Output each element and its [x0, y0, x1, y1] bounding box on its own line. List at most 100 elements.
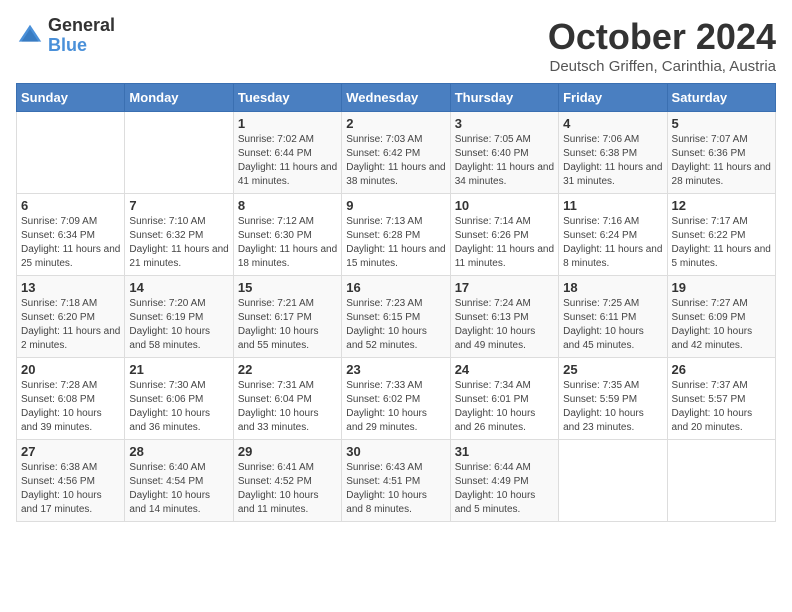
day-info: Sunrise: 7:33 AM Sunset: 6:02 PM Dayligh…	[346, 379, 445, 435]
day-number: 18	[563, 280, 662, 295]
day-number: 13	[21, 280, 120, 295]
day-info: Sunrise: 7:25 AM Sunset: 6:11 PM Dayligh…	[563, 297, 662, 353]
calendar-cell: 2 Sunrise: 7:03 AM Sunset: 6:42 PM Daylig…	[342, 112, 450, 194]
calendar-cell: 19 Sunrise: 7:27 AM Sunset: 6:09 PM Dayli…	[667, 276, 775, 358]
day-number: 14	[129, 280, 228, 295]
calendar-cell: 24 Sunrise: 7:34 AM Sunset: 6:01 PM Dayli…	[450, 358, 558, 440]
day-info: Sunrise: 7:13 AM Sunset: 6:28 PM Dayligh…	[346, 215, 445, 271]
day-info: Sunrise: 7:14 AM Sunset: 6:26 PM Dayligh…	[455, 215, 554, 271]
calendar-cell: 18 Sunrise: 7:25 AM Sunset: 6:11 PM Dayli…	[559, 276, 667, 358]
day-info: Sunrise: 7:10 AM Sunset: 6:32 PM Dayligh…	[129, 215, 228, 271]
calendar-cell	[125, 112, 233, 194]
calendar-cell: 1 Sunrise: 7:02 AM Sunset: 6:44 PM Daylig…	[233, 112, 341, 194]
day-number: 20	[21, 362, 120, 377]
day-number: 1	[238, 116, 337, 131]
day-info: Sunrise: 7:34 AM Sunset: 6:01 PM Dayligh…	[455, 379, 554, 435]
day-info: Sunrise: 7:05 AM Sunset: 6:40 PM Dayligh…	[455, 133, 554, 189]
day-info: Sunrise: 7:30 AM Sunset: 6:06 PM Dayligh…	[129, 379, 228, 435]
day-number: 6	[21, 198, 120, 213]
calendar-week-1: 1 Sunrise: 7:02 AM Sunset: 6:44 PM Daylig…	[17, 112, 776, 194]
day-number: 10	[455, 198, 554, 213]
day-info: Sunrise: 6:44 AM Sunset: 4:49 PM Dayligh…	[455, 461, 554, 517]
calendar-cell: 9Sunrise: 7:13 AM Sunset: 6:28 PM Daylig…	[342, 194, 450, 276]
day-info: Sunrise: 7:09 AM Sunset: 6:34 PM Dayligh…	[21, 215, 120, 271]
calendar-cell: 22 Sunrise: 7:31 AM Sunset: 6:04 PM Dayli…	[233, 358, 341, 440]
month-title: October 2024	[548, 16, 776, 58]
day-info: Sunrise: 7:37 AM Sunset: 5:57 PM Dayligh…	[672, 379, 771, 435]
day-number: 23	[346, 362, 445, 377]
calendar-cell: 8 Sunrise: 7:12 AM Sunset: 6:30 PM Daylig…	[233, 194, 341, 276]
calendar-cell: 5 Sunrise: 7:07 AM Sunset: 6:36 PM Daylig…	[667, 112, 775, 194]
day-info: Sunrise: 7:23 AM Sunset: 6:15 PM Dayligh…	[346, 297, 445, 353]
day-number: 11	[563, 198, 662, 213]
calendar-cell: 14Sunrise: 7:20 AM Sunset: 6:19 PM Dayli…	[125, 276, 233, 358]
day-info: Sunrise: 7:27 AM Sunset: 6:09 PM Dayligh…	[672, 297, 771, 353]
calendar-cell: 10 Sunrise: 7:14 AM Sunset: 6:26 PM Dayli…	[450, 194, 558, 276]
calendar-cell: 26 Sunrise: 7:37 AM Sunset: 5:57 PM Dayli…	[667, 358, 775, 440]
header-day-tuesday: Tuesday	[233, 84, 341, 112]
day-number: 5	[672, 116, 771, 131]
calendar-cell	[559, 440, 667, 522]
calendar-table: SundayMondayTuesdayWednesdayThursdayFrid…	[16, 83, 776, 522]
day-number: 4	[563, 116, 662, 131]
logo-general: General	[48, 15, 115, 35]
day-number: 16	[346, 280, 445, 295]
header-day-monday: Monday	[125, 84, 233, 112]
day-number: 25	[563, 362, 662, 377]
calendar-cell: 25Sunrise: 7:35 AM Sunset: 5:59 PM Dayli…	[559, 358, 667, 440]
calendar-cell: 15 Sunrise: 7:21 AM Sunset: 6:17 PM Dayli…	[233, 276, 341, 358]
title-section: October 2024 Deutsch Griffen, Carinthia,…	[548, 16, 776, 75]
calendar-cell	[667, 440, 775, 522]
day-number: 26	[672, 362, 771, 377]
day-number: 24	[455, 362, 554, 377]
calendar-cell: 6 Sunrise: 7:09 AM Sunset: 6:34 PM Daylig…	[17, 194, 125, 276]
day-number: 8	[238, 198, 337, 213]
day-number: 3	[455, 116, 554, 131]
day-info: Sunrise: 7:28 AM Sunset: 6:08 PM Dayligh…	[21, 379, 120, 435]
day-number: 17	[455, 280, 554, 295]
day-info: Sunrise: 7:02 AM Sunset: 6:44 PM Dayligh…	[238, 133, 337, 189]
day-info: Sunrise: 7:21 AM Sunset: 6:17 PM Dayligh…	[238, 297, 337, 353]
day-number: 27	[21, 444, 120, 459]
day-info: Sunrise: 6:43 AM Sunset: 4:51 PM Dayligh…	[346, 461, 445, 517]
day-number: 7	[129, 198, 228, 213]
calendar-body: 1 Sunrise: 7:02 AM Sunset: 6:44 PM Daylig…	[17, 112, 776, 522]
day-number: 30	[346, 444, 445, 459]
calendar-cell: 17 Sunrise: 7:24 AM Sunset: 6:13 PM Dayli…	[450, 276, 558, 358]
header-day-wednesday: Wednesday	[342, 84, 450, 112]
day-number: 12	[672, 198, 771, 213]
day-number: 2	[346, 116, 445, 131]
day-number: 21	[129, 362, 228, 377]
calendar-week-3: 13 Sunrise: 7:18 AM Sunset: 6:20 PM Dayli…	[17, 276, 776, 358]
day-info: Sunrise: 7:24 AM Sunset: 6:13 PM Dayligh…	[455, 297, 554, 353]
day-info: Sunrise: 7:31 AM Sunset: 6:04 PM Dayligh…	[238, 379, 337, 435]
logo-blue: Blue	[48, 35, 87, 55]
day-info: Sunrise: 7:03 AM Sunset: 6:42 PM Dayligh…	[346, 133, 445, 189]
day-info: Sunrise: 6:41 AM Sunset: 4:52 PM Dayligh…	[238, 461, 337, 517]
calendar-cell: 16 Sunrise: 7:23 AM Sunset: 6:15 PM Dayli…	[342, 276, 450, 358]
calendar-cell: 31 Sunrise: 6:44 AM Sunset: 4:49 PM Dayli…	[450, 440, 558, 522]
calendar-cell: 4Sunrise: 7:06 AM Sunset: 6:38 PM Daylig…	[559, 112, 667, 194]
day-number: 31	[455, 444, 554, 459]
day-info: Sunrise: 6:40 AM Sunset: 4:54 PM Dayligh…	[129, 461, 228, 517]
day-number: 22	[238, 362, 337, 377]
logo-icon	[16, 22, 44, 50]
calendar-cell: 21 Sunrise: 7:30 AM Sunset: 6:06 PM Dayli…	[125, 358, 233, 440]
calendar-cell: 7 Sunrise: 7:10 AM Sunset: 6:32 PM Daylig…	[125, 194, 233, 276]
calendar-cell	[17, 112, 125, 194]
day-number: 15	[238, 280, 337, 295]
calendar-week-4: 20 Sunrise: 7:28 AM Sunset: 6:08 PM Dayli…	[17, 358, 776, 440]
calendar-cell: 30 Sunrise: 6:43 AM Sunset: 4:51 PM Dayli…	[342, 440, 450, 522]
calendar-cell: 13 Sunrise: 7:18 AM Sunset: 6:20 PM Dayli…	[17, 276, 125, 358]
day-number: 19	[672, 280, 771, 295]
day-info: Sunrise: 7:12 AM Sunset: 6:30 PM Dayligh…	[238, 215, 337, 271]
day-info: Sunrise: 6:38 AM Sunset: 4:56 PM Dayligh…	[21, 461, 120, 517]
day-info: Sunrise: 7:07 AM Sunset: 6:36 PM Dayligh…	[672, 133, 771, 189]
calendar-cell: 3 Sunrise: 7:05 AM Sunset: 6:40 PM Daylig…	[450, 112, 558, 194]
header-day-thursday: Thursday	[450, 84, 558, 112]
day-number: 28	[129, 444, 228, 459]
header-day-sunday: Sunday	[17, 84, 125, 112]
day-info: Sunrise: 7:18 AM Sunset: 6:20 PM Dayligh…	[21, 297, 120, 353]
header-day-saturday: Saturday	[667, 84, 775, 112]
calendar-cell: 27 Sunrise: 6:38 AM Sunset: 4:56 PM Dayli…	[17, 440, 125, 522]
